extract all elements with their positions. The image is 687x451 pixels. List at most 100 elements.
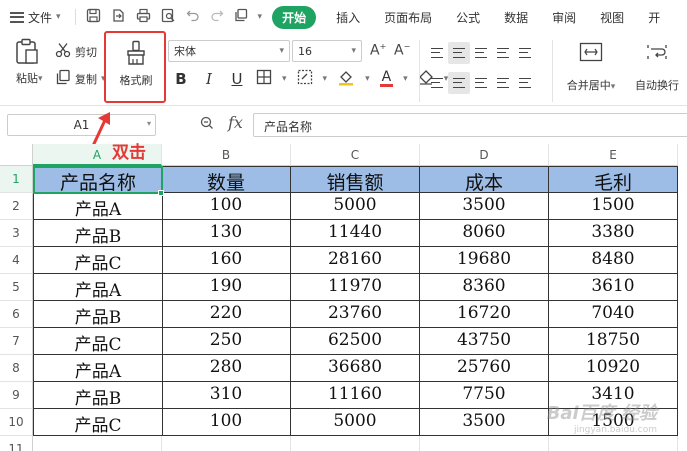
align-middle-icon[interactable] <box>448 42 470 64</box>
font-color-icon[interactable]: A <box>379 70 394 87</box>
cell-a1[interactable]: 产品名称 <box>33 166 163 193</box>
justify-icon[interactable] <box>492 72 514 94</box>
cell-b11[interactable] <box>162 436 291 451</box>
row-header-4[interactable]: 4 <box>0 247 33 274</box>
cell-e6[interactable]: 7040 <box>549 301 678 328</box>
cell-c4[interactable]: 28160 <box>291 247 420 274</box>
tab-start[interactable]: 开始 <box>272 5 317 29</box>
column-header-e[interactable]: E <box>549 144 678 166</box>
cell-e11[interactable] <box>549 436 678 451</box>
cell-d4[interactable]: 19680 <box>420 247 549 274</box>
cell-b1[interactable]: 数量 <box>162 166 291 193</box>
chevron-down-icon[interactable]: ▾ <box>38 74 43 84</box>
bold-button[interactable]: B <box>172 70 190 88</box>
italic-button[interactable]: I <box>200 70 218 88</box>
cell-d6[interactable]: 16720 <box>420 301 549 328</box>
cell-a8[interactable]: 产品A <box>33 355 163 382</box>
cell-a11[interactable] <box>33 436 162 451</box>
cell-a2[interactable]: 产品A <box>33 193 163 220</box>
cell-a7[interactable]: 产品C <box>33 328 163 355</box>
cell-a5[interactable]: 产品A <box>33 274 163 301</box>
cell-e4[interactable]: 8480 <box>549 247 678 274</box>
cell-d3[interactable]: 8060 <box>420 220 549 247</box>
wrap-text-button[interactable]: 自动换行 <box>630 42 684 93</box>
cell-c3[interactable]: 11440 <box>291 220 420 247</box>
cell-c6[interactable]: 23760 <box>291 301 420 328</box>
align-center-icon[interactable] <box>448 72 470 94</box>
formula-input[interactable]: 产品名称 <box>253 113 687 137</box>
increase-indent-icon[interactable] <box>514 42 536 64</box>
cell-a6[interactable]: 产品B <box>33 301 163 328</box>
distributed-icon[interactable] <box>514 72 536 94</box>
cell-b4[interactable]: 160 <box>162 247 291 274</box>
cell-b6[interactable]: 220 <box>162 301 291 328</box>
cell-c9[interactable]: 11160 <box>291 382 420 409</box>
row-header-9[interactable]: 9 <box>0 382 33 409</box>
row-header-10[interactable]: 10 <box>0 409 33 436</box>
cell-e2[interactable]: 1500 <box>549 193 678 220</box>
row-header-6[interactable]: 6 <box>0 301 33 328</box>
align-bottom-icon[interactable] <box>470 42 492 64</box>
copy-window-icon[interactable] <box>234 8 248 26</box>
tab-page-layout[interactable]: 页面布局 <box>372 9 444 26</box>
cell-e7[interactable]: 18750 <box>549 328 678 355</box>
row-header-5[interactable]: 5 <box>0 274 33 301</box>
row-header-8[interactable]: 8 <box>0 355 33 382</box>
cell-c7[interactable]: 62500 <box>291 328 420 355</box>
tab-more[interactable]: 开 <box>636 9 672 26</box>
decrease-font-icon[interactable]: A− <box>394 42 410 59</box>
column-header-d[interactable]: D <box>420 144 549 166</box>
cell-e5[interactable]: 3610 <box>549 274 678 301</box>
cell-a4[interactable]: 产品C <box>33 247 163 274</box>
chevron-down-icon[interactable]: ▾ <box>365 74 370 84</box>
cell-d10[interactable]: 3500 <box>420 409 549 436</box>
cell-c5[interactable]: 11970 <box>291 274 420 301</box>
fill-handle[interactable] <box>158 190 164 196</box>
name-box[interactable]: A1 ▾ <box>7 114 156 136</box>
row-header-7[interactable]: 7 <box>0 328 33 355</box>
tab-formulas[interactable]: 公式 <box>444 9 492 26</box>
cell-b7[interactable]: 250 <box>162 328 291 355</box>
cell-d1[interactable]: 成本 <box>420 166 549 193</box>
border-icon[interactable] <box>256 69 272 88</box>
save-icon[interactable] <box>86 8 101 27</box>
chevron-down-icon[interactable]: ▾ <box>403 74 408 84</box>
underline-button[interactable]: U <box>228 70 246 88</box>
chevron-down-icon[interactable]: ▾ <box>258 12 263 22</box>
font-size-select[interactable]: 16 ▾ <box>292 40 362 62</box>
chevron-down-icon[interactable]: ▾ <box>323 74 328 84</box>
cell-b5[interactable]: 190 <box>162 274 291 301</box>
row-header-1[interactable]: 1 <box>0 166 33 193</box>
cell-d5[interactable]: 8360 <box>420 274 549 301</box>
cell-e8[interactable]: 10920 <box>549 355 678 382</box>
print-icon[interactable] <box>136 8 151 27</box>
row-header-2[interactable]: 2 <box>0 193 33 220</box>
tab-data[interactable]: 数据 <box>492 9 540 26</box>
fill-color-icon[interactable] <box>337 68 355 89</box>
align-right-icon[interactable] <box>470 72 492 94</box>
align-left-icon[interactable] <box>426 72 448 94</box>
cell-b3[interactable]: 130 <box>162 220 291 247</box>
file-menu[interactable]: 文件 ▾ <box>0 9 61 26</box>
increase-font-icon[interactable]: A+ <box>370 42 386 59</box>
decrease-indent-icon[interactable] <box>492 42 514 64</box>
merge-center-button[interactable]: 合并居中▾ <box>562 42 620 93</box>
cell-d2[interactable]: 3500 <box>420 193 549 220</box>
cell-b9[interactable]: 310 <box>162 382 291 409</box>
print-preview-icon[interactable] <box>161 8 176 27</box>
tab-insert[interactable]: 插入 <box>324 9 372 26</box>
font-name-select[interactable]: 宋体 ▾ <box>168 40 290 62</box>
column-header-c[interactable]: C <box>291 144 420 166</box>
cell-a3[interactable]: 产品B <box>33 220 163 247</box>
chevron-down-icon[interactable]: ▾ <box>282 74 287 84</box>
cell-d11[interactable] <box>420 436 549 451</box>
undo-icon[interactable] <box>186 8 200 26</box>
cell-e3[interactable]: 3380 <box>549 220 678 247</box>
cell-d8[interactable]: 25760 <box>420 355 549 382</box>
cell-a9[interactable]: 产品B <box>33 382 163 409</box>
cell-b2[interactable]: 100 <box>162 193 291 220</box>
redo-icon[interactable] <box>210 8 224 26</box>
fx-icon[interactable]: fx <box>228 113 243 132</box>
cell-b10[interactable]: 100 <box>162 409 291 436</box>
cell-d7[interactable]: 43750 <box>420 328 549 355</box>
